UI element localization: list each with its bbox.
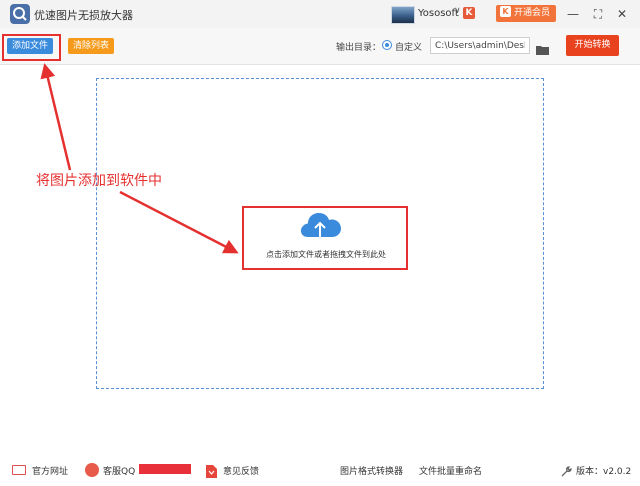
customer-service-icon[interactable] xyxy=(85,463,99,477)
redacted-qq-number xyxy=(139,464,191,474)
user-avatar[interactable] xyxy=(391,6,415,24)
feedback-link[interactable]: 意见反馈 xyxy=(223,464,259,477)
clear-list-button[interactable]: 清除列表 xyxy=(68,38,114,54)
app-logo-icon xyxy=(10,4,30,24)
website-link[interactable]: 官方网址 xyxy=(32,464,68,477)
close-button[interactable]: ✕ xyxy=(613,5,631,23)
output-path-input[interactable] xyxy=(430,37,530,54)
support-qq-label[interactable]: 客服QQ xyxy=(103,464,135,477)
website-icon[interactable] xyxy=(12,465,26,475)
open-vip-button[interactable]: K 开通会员 xyxy=(496,5,556,22)
output-dir-label: 输出目录： xyxy=(336,43,382,53)
custom-dir-label[interactable]: 自定义 xyxy=(395,40,422,53)
format-converter-link[interactable]: 图片格式转换器 xyxy=(340,464,403,477)
minimize-button[interactable]: — xyxy=(564,5,582,23)
vip-k-icon: K xyxy=(500,6,511,17)
version-icon xyxy=(560,463,572,477)
add-file-highlight-box xyxy=(2,34,61,61)
arrow-to-add-button xyxy=(40,63,72,171)
drop-hint-text[interactable]: 点击添加文件或者拖拽文件到此处 xyxy=(248,249,404,260)
feedback-icon[interactable] xyxy=(206,463,217,478)
chevron-down-icon[interactable]: ∨ xyxy=(454,6,461,16)
maximize-button[interactable]: ⛶ xyxy=(589,5,607,23)
vip-badge-icon: K xyxy=(463,7,475,19)
batch-rename-link[interactable]: 文件批量重命名 xyxy=(419,464,482,477)
app-title: 优速图片无损放大器 xyxy=(34,9,133,22)
start-convert-button[interactable]: 开始转换 xyxy=(566,35,619,56)
version-label: 版本：v2.0.2 xyxy=(576,467,632,477)
cloud-upload-icon[interactable] xyxy=(298,210,342,244)
open-vip-label: 开通会员 xyxy=(514,8,551,18)
annotation-text: 将图片添加到软件中 xyxy=(36,173,162,189)
user-name[interactable]: Yososoft xyxy=(418,8,459,19)
custom-dir-radio[interactable] xyxy=(382,40,392,50)
folder-icon[interactable] xyxy=(536,40,549,55)
